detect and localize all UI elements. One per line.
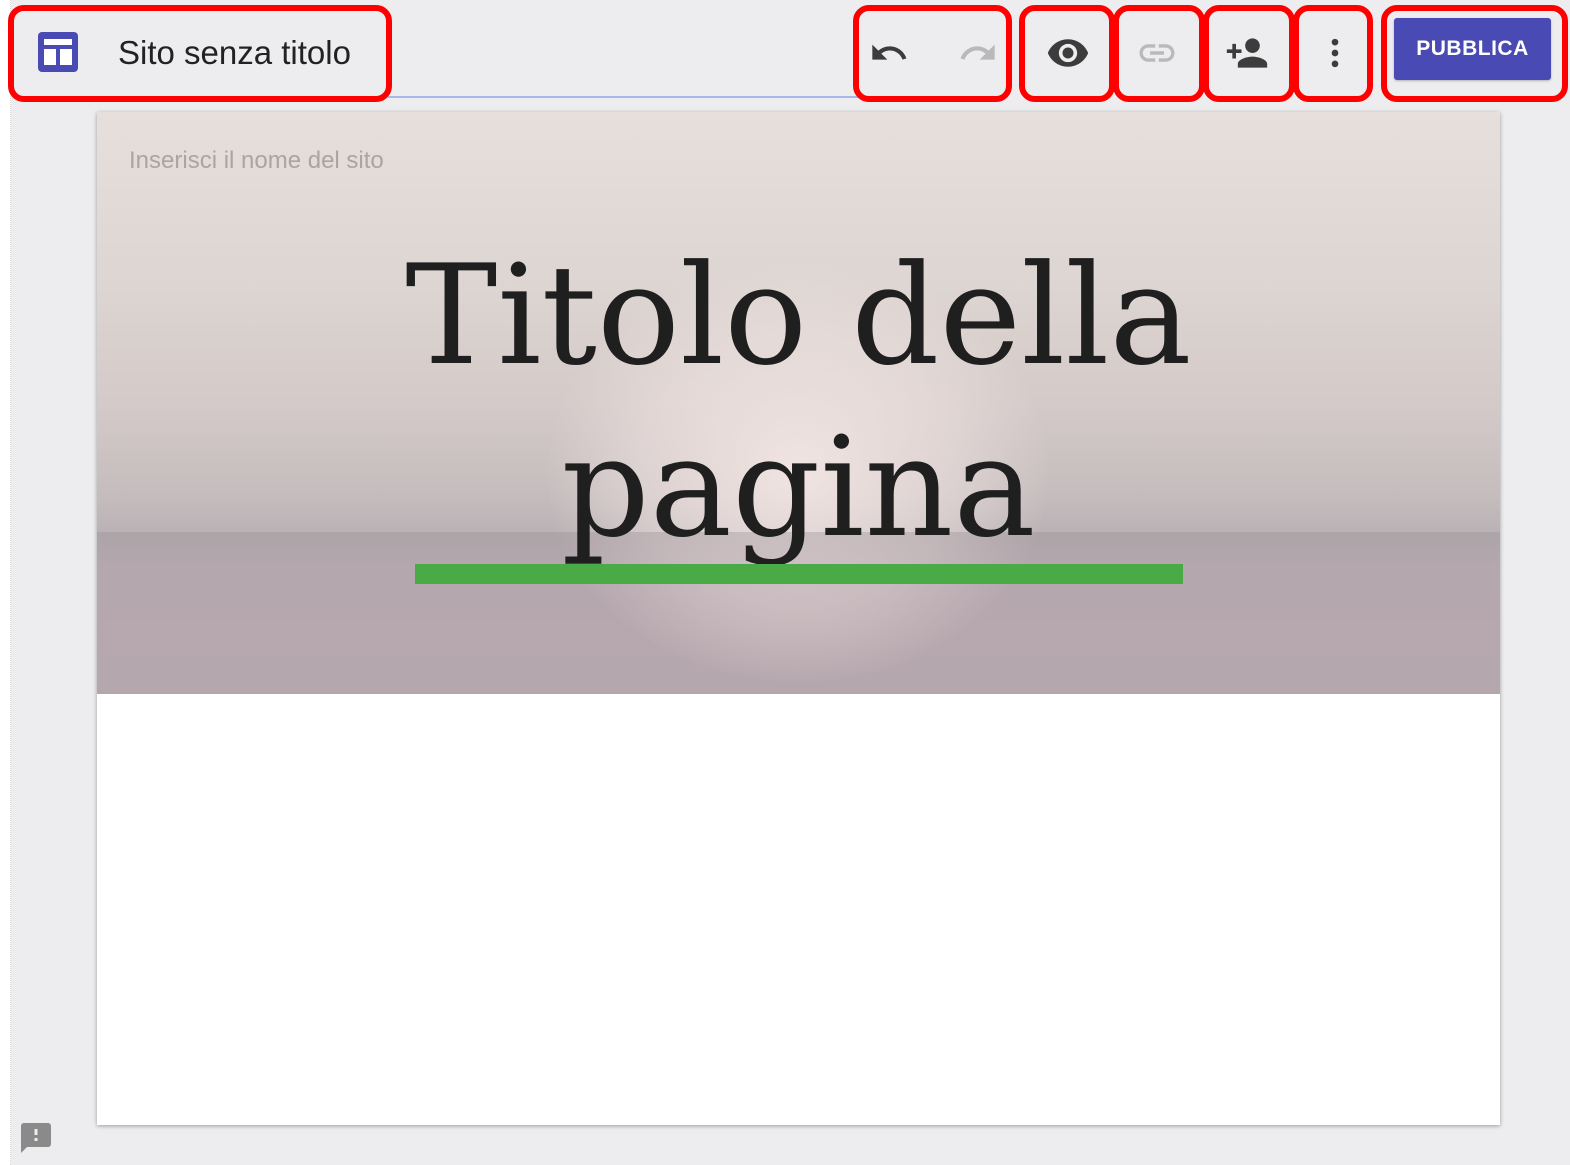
header-divider	[388, 96, 858, 98]
highlight-more	[1293, 5, 1373, 102]
page-title-line-2: pagina	[561, 407, 1036, 568]
highlight-share	[1203, 5, 1295, 102]
title-underline	[415, 564, 1183, 584]
highlight-link	[1113, 5, 1205, 102]
left-edge	[0, 0, 11, 1165]
header-banner[interactable]: Inserisci il nome del sito Titolo della …	[97, 112, 1500, 694]
site-name-input[interactable]: Inserisci il nome del sito	[129, 147, 384, 175]
highlight-publish	[1381, 5, 1568, 102]
highlight-title-group	[8, 5, 392, 102]
page-title[interactable]: Titolo della pagina	[97, 230, 1500, 574]
feedback-icon[interactable]	[18, 1120, 54, 1156]
header-toolbar: Sito senza titolo PUBBLICA	[0, 0, 1570, 102]
page-canvas: Inserisci il nome del sito Titolo della …	[97, 112, 1500, 1125]
highlight-preview	[1019, 5, 1115, 102]
page-title-line-1: Titolo della	[405, 235, 1192, 396]
highlight-undo-redo	[853, 5, 1012, 102]
